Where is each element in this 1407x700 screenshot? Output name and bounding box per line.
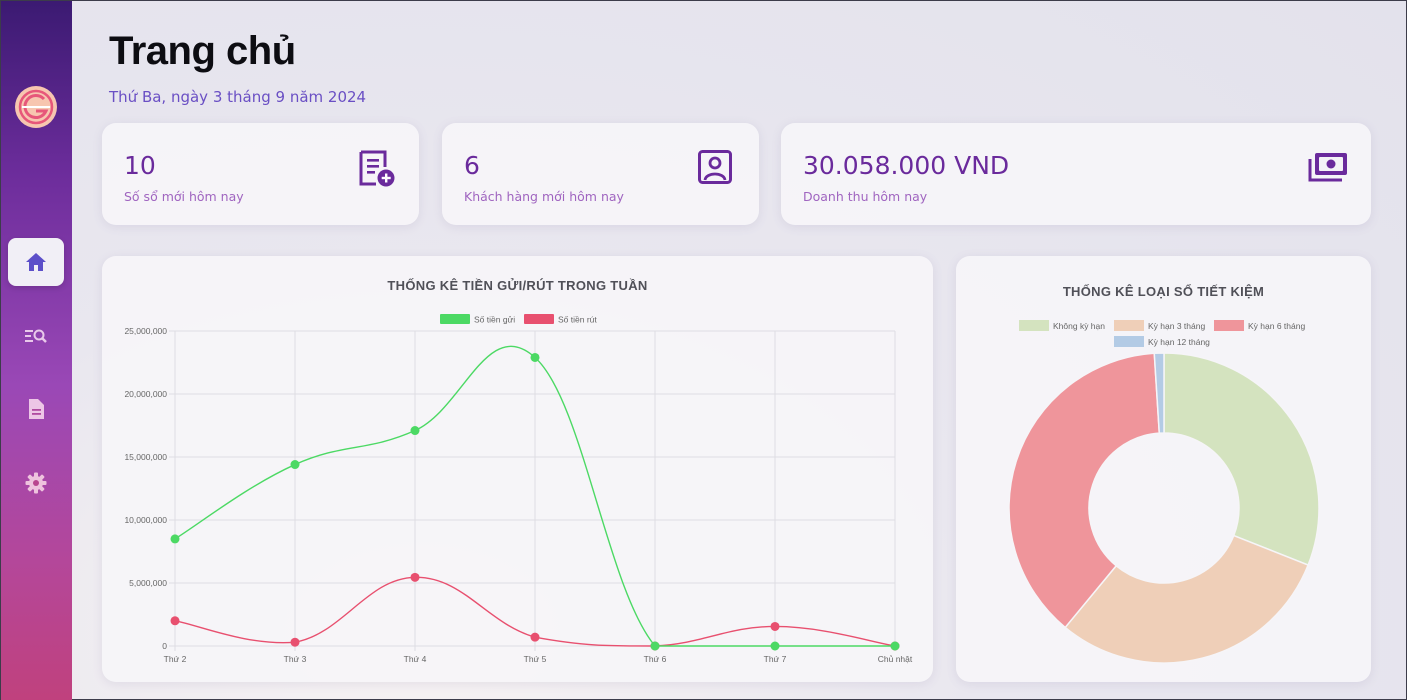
data-point <box>890 641 900 651</box>
sidebar-item-home[interactable] <box>8 238 64 286</box>
data-point <box>290 637 300 647</box>
y-tick-label: 5,000,000 <box>129 578 167 588</box>
legend-swatch <box>1214 320 1244 331</box>
x-tick-label: Chủ nhật <box>878 654 913 664</box>
y-tick-label: 10,000,000 <box>124 515 167 525</box>
sidebar-item-search[interactable] <box>8 312 64 360</box>
legend-label: Số tiền rút <box>558 315 597 325</box>
y-tick-label: 20,000,000 <box>124 389 167 399</box>
document-add-icon <box>359 150 395 187</box>
pie-slice <box>1163 352 1320 567</box>
donut-chart: Không kỳ hạn Kỳ hạn 3 tháng Kỳ hạn 6 tháng… <box>1008 320 1320 664</box>
legend-swatch <box>524 314 554 324</box>
x-tick-label: Thứ 4 <box>404 654 427 664</box>
x-tick-label: Thứ 5 <box>524 654 547 664</box>
settings-icon <box>25 472 47 494</box>
data-point <box>770 621 780 631</box>
document-icon <box>29 399 44 419</box>
data-point <box>530 632 540 642</box>
sidebar-item-documents[interactable] <box>8 385 64 433</box>
stat-label: Khách hàng mới hôm nay <box>464 189 624 204</box>
data-point <box>650 641 660 651</box>
stat-card-new-books: 10 Số sổ mới hôm nay <box>102 123 419 225</box>
money-icon <box>1308 153 1347 182</box>
legend-label: Không kỳ hạn <box>1053 321 1105 331</box>
y-tick-label: 15,000,000 <box>124 452 167 462</box>
legend-label: Kỳ hạn 6 tháng <box>1248 321 1305 331</box>
home-icon <box>26 253 46 271</box>
legend-label: Kỳ hạn 12 tháng <box>1148 337 1210 347</box>
y-tick-label: 25,000,000 <box>124 326 167 336</box>
data-point <box>290 460 300 470</box>
sidebar <box>1 1 72 700</box>
stat-value: 30.058.000 VND <box>803 151 1010 180</box>
data-point <box>410 572 420 582</box>
data-point <box>170 534 180 544</box>
legend-label: Số tiền gửi <box>474 315 515 325</box>
data-point <box>410 426 420 436</box>
x-tick-label: Thứ 6 <box>644 654 667 664</box>
data-point <box>170 616 180 626</box>
donut-chart-card: THỐNG KÊ LOẠI SỔ TIẾT KIỆM Không kỳ hạn K… <box>956 256 1371 682</box>
x-tick-label: Thứ 3 <box>284 654 307 664</box>
y-tick-label: 0 <box>162 641 167 651</box>
x-tick-label: Thứ 2 <box>164 654 187 664</box>
legend-swatch <box>1114 320 1144 331</box>
x-tick-label: Thứ 7 <box>764 654 787 664</box>
data-point <box>770 641 780 651</box>
legend-swatch <box>440 314 470 324</box>
stat-card-new-customers: 6 Khách hàng mới hôm nay <box>442 123 759 225</box>
data-point <box>530 352 540 362</box>
user-card-icon <box>698 150 732 184</box>
stat-label: Doanh thu hôm nay <box>803 189 928 204</box>
stat-value: 10 <box>124 151 156 180</box>
page-title: Trang chủ <box>109 29 296 73</box>
sidebar-item-settings[interactable] <box>8 459 64 507</box>
stat-label: Số sổ mới hôm nay <box>124 189 244 204</box>
page-date: Thứ Ba, ngày 3 tháng 9 năm 2024 <box>109 88 367 106</box>
line-chart: 0 5,000,000 10,000,000 15,000,000 20,000,000… <box>124 314 913 664</box>
search-list-icon <box>25 329 47 343</box>
line-chart-card: THỐNG KÊ TIỀN GỬI/RÚT TRONG TUẦN 0 5,000,… <box>102 256 933 682</box>
stat-value: 6 <box>464 151 480 180</box>
legend-label: Kỳ hạn 3 tháng <box>1148 321 1205 331</box>
stat-card-revenue: 30.058.000 VND Doanh thu hôm nay <box>781 123 1371 225</box>
legend-swatch <box>1114 336 1144 347</box>
legend-swatch <box>1019 320 1049 331</box>
logo[interactable] <box>13 85 59 129</box>
